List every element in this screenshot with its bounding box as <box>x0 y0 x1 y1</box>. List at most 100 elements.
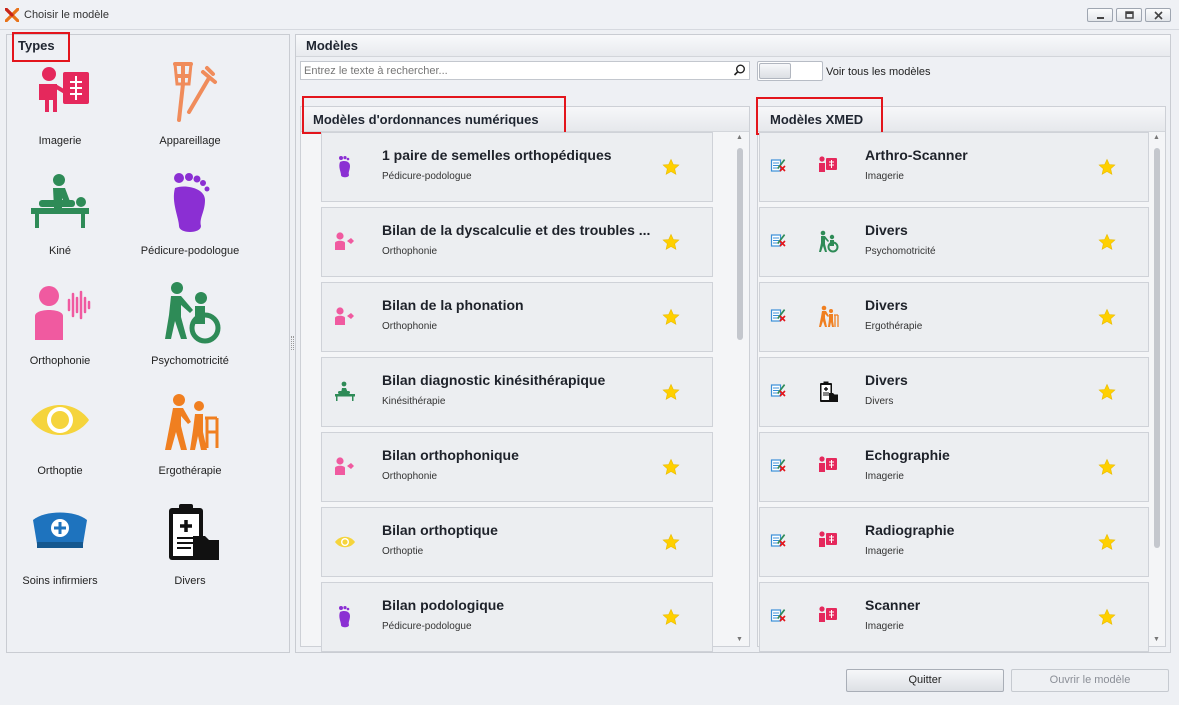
model-card[interactable]: Divers Ergothérapie <box>759 282 1149 352</box>
type-label: Appareillage <box>159 135 221 147</box>
document-edit-icon <box>770 309 786 322</box>
type-soins-infirmiers[interactable]: Soins infirmiers <box>5 502 115 602</box>
toggle-knob[interactable] <box>759 63 791 79</box>
model-category: Pédicure-podologue <box>382 171 472 182</box>
model-title: Radiographie <box>865 522 955 538</box>
type-pedicure[interactable]: Pédicure-podologue <box>135 172 245 272</box>
close-button[interactable] <box>1145 8 1171 22</box>
model-card[interactable]: Echographie Imagerie <box>759 432 1149 502</box>
favorite-star-icon[interactable] <box>1098 533 1116 551</box>
type-appareillage[interactable]: Appareillage <box>135 62 245 162</box>
digital-scrollbar[interactable]: ▲ ▼ <box>735 132 745 645</box>
quit-button[interactable]: Quitter <box>846 669 1004 692</box>
model-card[interactable]: Bilan orthoptique Orthoptie <box>321 507 713 577</box>
psychomotor-icon <box>819 230 839 253</box>
xmed-scrollbar[interactable]: ▲ ▼ <box>1152 132 1162 645</box>
type-orthoptie[interactable]: Orthoptie <box>5 392 115 492</box>
model-card[interactable]: Bilan orthophonique Orthophonie <box>321 432 713 502</box>
search-input[interactable] <box>301 62 721 79</box>
clipboard-medical-icon <box>169 504 219 560</box>
favorite-star-icon[interactable] <box>1098 608 1116 626</box>
scroll-down-icon[interactable]: ▼ <box>736 636 743 643</box>
type-label: Ergothérapie <box>158 465 222 477</box>
model-card[interactable]: Arthro-Scanner Imagerie <box>759 132 1149 202</box>
model-category: Imagerie <box>865 621 904 632</box>
digital-models-highlight <box>302 96 566 134</box>
favorite-star-icon[interactable] <box>1098 233 1116 251</box>
scroll-thumb[interactable] <box>737 148 743 340</box>
document-edit-icon <box>770 159 786 172</box>
favorite-star-icon[interactable] <box>662 458 680 476</box>
model-title: Bilan de la dyscalculie et des troubles … <box>382 222 651 238</box>
type-label: Psychomotricité <box>151 355 229 367</box>
model-card[interactable]: Divers Psychomotricité <box>759 207 1149 277</box>
favorite-star-icon[interactable] <box>1098 308 1116 326</box>
model-card[interactable]: Bilan diagnostic kinésithérapique Kinésit… <box>321 357 713 427</box>
imaging-icon <box>39 67 89 112</box>
model-card[interactable]: Radiographie Imagerie <box>759 507 1149 577</box>
model-category: Orthophonie <box>382 321 438 332</box>
model-title: Bilan orthophonique <box>382 447 519 463</box>
favorite-star-icon[interactable] <box>662 383 680 401</box>
open-model-button[interactable]: Ouvrir le modèle <box>1011 669 1169 692</box>
model-card[interactable]: Bilan podologique Pédicure-podologue <box>321 582 713 652</box>
favorite-star-icon[interactable] <box>662 308 680 326</box>
show-all-toggle[interactable] <box>757 61 823 81</box>
window-title: Choisir le modèle <box>24 9 109 21</box>
type-imagerie[interactable]: Imagerie <box>5 62 115 162</box>
scroll-thumb[interactable] <box>1154 148 1160 548</box>
type-psychomotricite[interactable]: Psychomotricité <box>135 282 245 382</box>
physiotherapy-icon <box>31 174 89 228</box>
type-ergotherapie[interactable]: Ergothérapie <box>135 392 245 492</box>
speech-icon <box>335 232 354 250</box>
model-card[interactable]: Scanner Imagerie <box>759 582 1149 652</box>
close-icon <box>1154 11 1163 20</box>
search-icon[interactable] <box>733 64 746 77</box>
favorite-star-icon[interactable] <box>662 533 680 551</box>
favorite-star-icon[interactable] <box>1098 158 1116 176</box>
scroll-up-icon[interactable]: ▲ <box>736 134 743 141</box>
type-label: Divers <box>174 575 206 587</box>
walker-icon <box>165 394 219 450</box>
favorite-star-icon[interactable] <box>662 233 680 251</box>
minimize-icon <box>1097 17 1104 19</box>
scroll-up-icon[interactable]: ▲ <box>1153 134 1160 141</box>
model-card[interactable]: 1 paire de semelles orthopédiques Pédicur… <box>321 132 713 202</box>
model-card[interactable]: Bilan de la phonation Orthophonie <box>321 282 713 352</box>
type-divers[interactable]: Divers <box>135 502 245 602</box>
type-label: Kiné <box>48 245 72 257</box>
xmed-models-highlight <box>756 97 883 135</box>
foot-icon <box>339 606 350 628</box>
type-label: Orthophonie <box>29 355 91 367</box>
scroll-down-icon[interactable]: ▼ <box>1153 636 1160 643</box>
type-orthophonie[interactable]: Orthophonie <box>5 282 115 382</box>
model-card[interactable]: Bilan de la dyscalculie et des troubles … <box>321 207 713 277</box>
splitter-handle[interactable] <box>291 336 294 350</box>
type-kine[interactable]: Kiné <box>5 172 115 272</box>
model-card[interactable]: Divers Divers <box>759 357 1149 427</box>
title-bar: Choisir le modèle <box>0 0 1179 30</box>
document-edit-icon <box>770 534 786 547</box>
app-logo-icon <box>5 8 19 22</box>
types-highlight <box>12 32 70 62</box>
maximize-icon <box>1125 11 1134 19</box>
speech-icon <box>335 457 354 475</box>
model-category: Imagerie <box>865 171 904 182</box>
type-label: Orthoptie <box>37 465 83 477</box>
model-category: Pédicure-podologue <box>382 621 472 632</box>
favorite-star-icon[interactable] <box>1098 458 1116 476</box>
type-label: Pédicure-podologue <box>140 245 240 257</box>
model-title: Divers <box>865 372 908 388</box>
search-box[interactable] <box>300 61 750 80</box>
speech-icon <box>35 286 91 340</box>
model-category: Orthophonie <box>382 471 438 482</box>
minimize-button[interactable] <box>1087 8 1113 22</box>
eye-icon <box>335 536 355 548</box>
psychomotor-icon <box>165 282 221 344</box>
maximize-button[interactable] <box>1116 8 1142 22</box>
favorite-star-icon[interactable] <box>1098 383 1116 401</box>
model-category: Orthoptie <box>382 546 424 557</box>
favorite-star-icon[interactable] <box>662 158 680 176</box>
document-edit-icon <box>770 234 786 247</box>
favorite-star-icon[interactable] <box>662 608 680 626</box>
